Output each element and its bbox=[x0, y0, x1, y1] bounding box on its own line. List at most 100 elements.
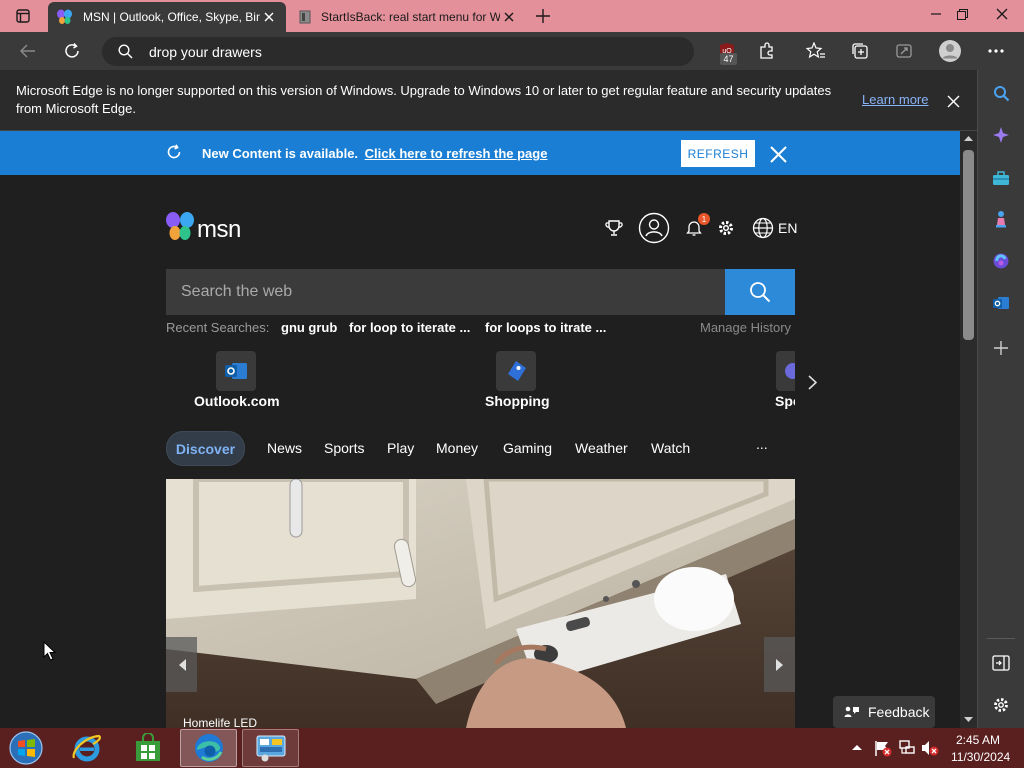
nav-gaming[interactable]: Gaming bbox=[503, 440, 552, 456]
hero-next-button[interactable] bbox=[764, 637, 795, 692]
volume-muted-icon[interactable] bbox=[921, 739, 939, 757]
language-label[interactable]: EN bbox=[778, 220, 797, 236]
account-button[interactable] bbox=[638, 212, 670, 244]
close-window-button[interactable] bbox=[980, 0, 1024, 28]
tab-startisback[interactable]: StartIsBack: real start menu for Windows bbox=[290, 2, 526, 32]
screenshot-button[interactable] bbox=[889, 36, 919, 66]
msn-logo-icon[interactable] bbox=[165, 211, 197, 243]
control-panel-icon bbox=[256, 735, 285, 762]
refresh-page-button[interactable] bbox=[57, 36, 87, 66]
nav-discover[interactable]: Discover bbox=[166, 431, 245, 466]
start-button[interactable] bbox=[0, 729, 52, 767]
settings-more-button[interactable] bbox=[981, 36, 1011, 66]
quick-link-label[interactable]: Outlook.com bbox=[194, 393, 280, 409]
favorites-button[interactable] bbox=[801, 36, 831, 66]
quick-link-label[interactable]: Spo bbox=[775, 393, 795, 409]
extensions-button[interactable] bbox=[752, 36, 782, 66]
refresh-bar-close-button[interactable] bbox=[768, 144, 788, 164]
action-center-flag-icon[interactable] bbox=[874, 739, 892, 757]
feedback-label: Feedback bbox=[868, 704, 930, 720]
tab-actions-button[interactable] bbox=[0, 0, 46, 32]
tab-close-button[interactable] bbox=[500, 12, 518, 22]
msn-settings-button[interactable] bbox=[712, 214, 740, 242]
sidebar-add-button[interactable] bbox=[988, 335, 1014, 361]
msn-brand[interactable]: msn bbox=[197, 216, 241, 244]
search-icon bbox=[750, 282, 771, 303]
refresh-link[interactable]: Click here to refresh the page bbox=[365, 146, 548, 161]
office-icon bbox=[993, 253, 1009, 269]
address-bar[interactable]: drop your drawers bbox=[102, 37, 694, 66]
chevron-right-icon bbox=[775, 658, 783, 671]
nav-watch[interactable]: Watch bbox=[651, 440, 690, 456]
tab-msn[interactable]: MSN | Outlook, Office, Skype, Bing bbox=[48, 2, 286, 32]
profile-button[interactable] bbox=[935, 36, 965, 66]
sidebar-games-button[interactable] bbox=[988, 206, 1014, 232]
back-button[interactable] bbox=[13, 36, 43, 66]
quick-link-outlook[interactable] bbox=[216, 351, 256, 391]
language-button[interactable] bbox=[749, 214, 777, 242]
more-dots-icon bbox=[988, 49, 1004, 53]
nav-sports[interactable]: Sports bbox=[324, 440, 364, 456]
search-icon bbox=[118, 44, 133, 59]
banner-message: Microsoft Edge is no longer supported on… bbox=[16, 83, 832, 116]
sidebar-hide-button[interactable] bbox=[988, 650, 1014, 676]
hero-prev-button[interactable] bbox=[166, 637, 197, 692]
scroll-down-icon[interactable] bbox=[964, 716, 973, 723]
web-search-button[interactable] bbox=[725, 269, 795, 315]
quick-links-next-button[interactable] bbox=[803, 372, 821, 392]
sidebar-search-button[interactable] bbox=[988, 80, 1014, 106]
refresh-button[interactable]: REFRESH bbox=[681, 140, 755, 167]
tab-title: StartIsBack: real start menu for Windows bbox=[321, 10, 500, 24]
clock-time[interactable]: 2:45 AM bbox=[956, 733, 1000, 747]
quick-link-label[interactable]: Shopping bbox=[485, 393, 550, 409]
taskbar-internet-explorer[interactable] bbox=[58, 729, 115, 767]
learn-more-link[interactable]: Learn more bbox=[862, 92, 928, 107]
quick-link-shopping[interactable] bbox=[496, 351, 536, 391]
hero-card[interactable] bbox=[166, 479, 795, 728]
close-icon bbox=[769, 145, 787, 163]
sidebar-settings-button[interactable] bbox=[988, 692, 1014, 718]
show-hidden-icons-icon[interactable] bbox=[852, 744, 862, 751]
scroll-up-icon[interactable] bbox=[964, 135, 973, 142]
web-search-input[interactable]: Search the web bbox=[166, 269, 725, 315]
clock-date[interactable]: 11/30/2024 bbox=[951, 750, 1010, 764]
outlook-icon bbox=[225, 363, 247, 379]
sidebar-office-button[interactable] bbox=[988, 248, 1014, 274]
taskbar-store[interactable] bbox=[119, 729, 176, 767]
recent-search-item[interactable]: gnu grub bbox=[281, 320, 337, 335]
nav-more-button[interactable]: ... bbox=[756, 436, 768, 452]
sidebar-tools-button[interactable] bbox=[988, 165, 1014, 191]
new-content-text: New Content is available. bbox=[202, 146, 359, 161]
feedback-button[interactable]: Feedback bbox=[833, 696, 935, 728]
network-icon[interactable] bbox=[898, 739, 916, 757]
refresh-icon bbox=[167, 144, 181, 159]
sidebar-outlook-button[interactable] bbox=[988, 290, 1014, 316]
restore-button[interactable] bbox=[946, 0, 978, 28]
avatar-icon bbox=[939, 40, 961, 62]
sparkle-icon bbox=[993, 127, 1009, 143]
quick-link-sports[interactable] bbox=[776, 351, 795, 391]
plus-icon bbox=[994, 341, 1008, 355]
search-icon bbox=[993, 85, 1009, 101]
new-tab-button[interactable] bbox=[521, 0, 565, 32]
sports-icon bbox=[785, 363, 795, 379]
recent-search-item[interactable]: for loop to iterate ... bbox=[349, 320, 470, 335]
scrollbar-thumb[interactable] bbox=[963, 150, 974, 340]
sidebar-copilot-button[interactable] bbox=[988, 122, 1014, 148]
unsupported-banner: Microsoft Edge is no longer supported on… bbox=[0, 70, 977, 131]
banner-close-button[interactable] bbox=[944, 92, 962, 110]
puzzle-piece-icon bbox=[760, 42, 773, 59]
close-icon bbox=[947, 95, 959, 107]
nav-play[interactable]: Play bbox=[387, 440, 414, 456]
nav-money[interactable]: Money bbox=[436, 440, 478, 456]
manage-history-link[interactable]: Manage History bbox=[700, 320, 791, 335]
collections-button[interactable] bbox=[845, 36, 875, 66]
nav-weather[interactable]: Weather bbox=[575, 440, 628, 456]
nav-news[interactable]: News bbox=[267, 440, 302, 456]
rewards-button[interactable] bbox=[600, 214, 628, 242]
recent-search-item[interactable]: for loops to itrate ... bbox=[485, 320, 606, 335]
tab-close-button[interactable] bbox=[260, 12, 278, 22]
gear-icon bbox=[719, 221, 733, 235]
taskbar-edge[interactable] bbox=[180, 729, 237, 767]
taskbar-control-panel[interactable] bbox=[242, 729, 299, 767]
